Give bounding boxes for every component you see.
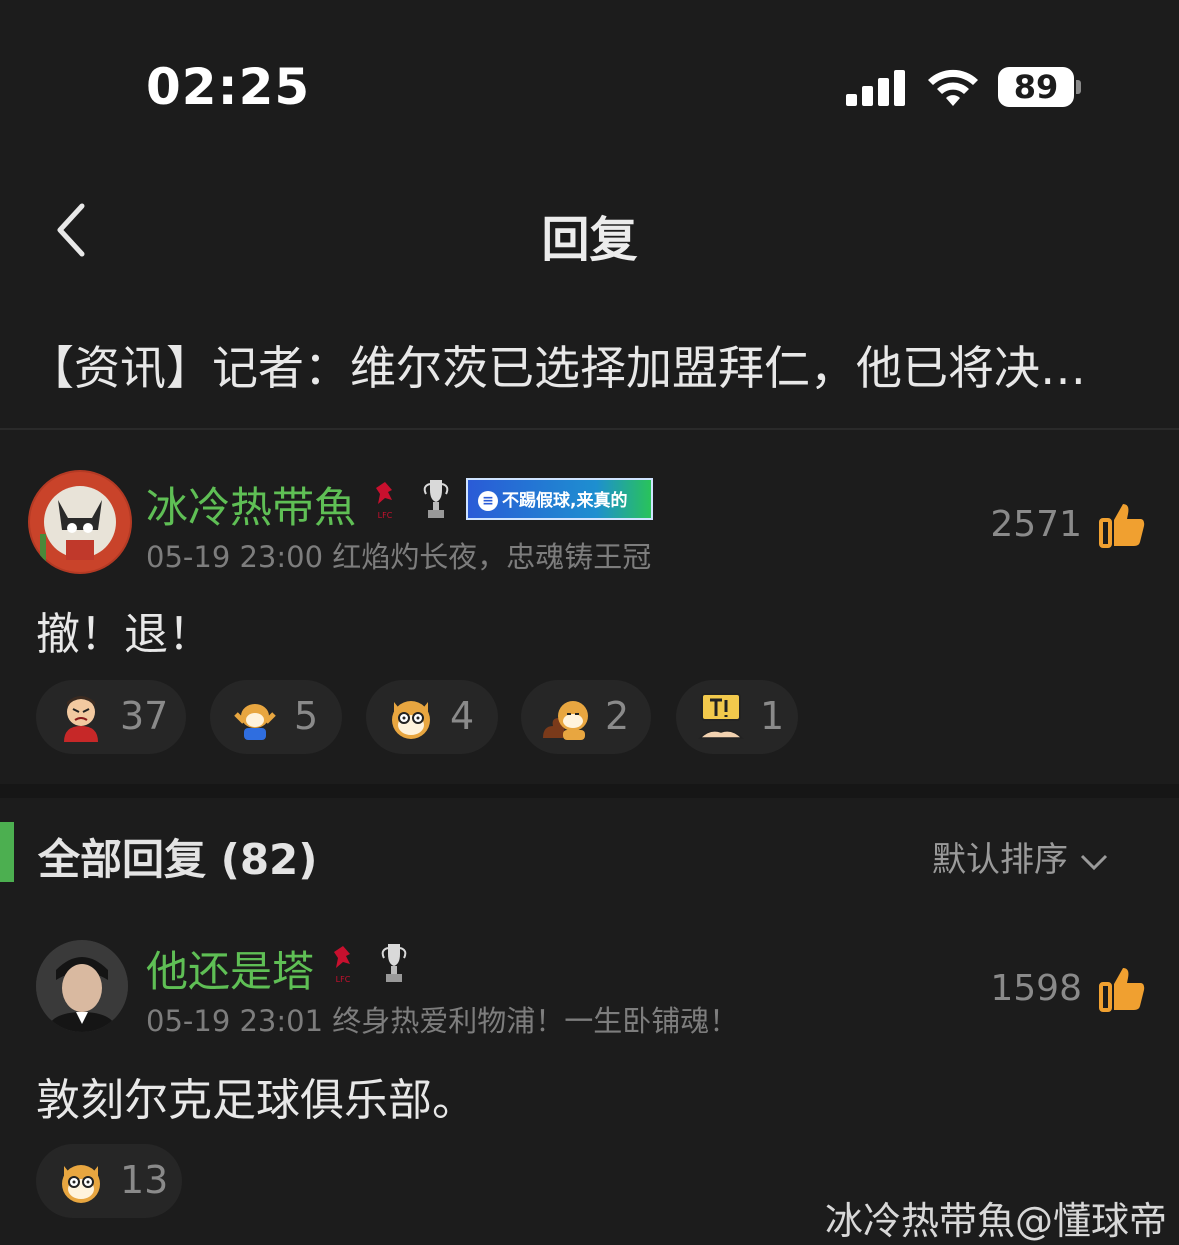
reaction-chip[interactable]: 1	[676, 680, 798, 754]
comment-meta: 05-19 23:01 终身热爱利物浦！一生卧铺魂！	[146, 998, 738, 1040]
timestamp: 05-19 23:01	[146, 1004, 324, 1038]
status-time: 02:25	[146, 58, 311, 116]
user-signature: 红焰灼长夜，忠魂铸王冠	[332, 540, 652, 574]
comment-content: 敦刻尔克足球俱乐部。	[36, 1075, 476, 1126]
battery-indicator: 89	[998, 67, 1074, 107]
trophy-icon	[423, 480, 449, 518]
badge-logo-icon: ≡	[478, 491, 498, 511]
username[interactable]: 冰冷热带魚	[146, 474, 356, 535]
reaction-count: 1	[760, 694, 785, 738]
wifi-icon	[928, 69, 978, 106]
shiba-cheer-icon	[234, 704, 276, 740]
avatar-illustration-icon	[30, 472, 130, 572]
topic-link[interactable]: 【资讯】记者：维尔茨已选择加盟拜仁，他已将决…	[28, 332, 1138, 398]
avatar[interactable]	[28, 470, 132, 574]
reaction-chip[interactable]: 2	[521, 680, 651, 754]
section-accent-bar	[0, 822, 14, 882]
thumbs-up-icon[interactable]	[1097, 500, 1147, 550]
timestamp: 05-19 23:00	[146, 540, 324, 574]
reaction-count: 4	[450, 694, 475, 738]
user-badge: ≡ 不踢假球,来真的	[466, 478, 653, 520]
reaction-chip[interactable]: 4	[366, 680, 498, 754]
liverpool-crest-icon: LFC	[334, 946, 351, 984]
reaction-count: 5	[294, 694, 319, 738]
page-title: 回复	[541, 212, 638, 268]
avatar[interactable]	[36, 940, 128, 1032]
watermark: 冰冷热带魚@懂球帝	[824, 1199, 1167, 1243]
shiba-poop-icon	[543, 701, 588, 740]
avatar-portrait-icon	[36, 940, 128, 1032]
shiba-stare-icon	[392, 701, 430, 739]
like-count: 2571	[990, 504, 1082, 545]
badge-text: 不踢假球,来真的	[502, 491, 628, 511]
comment-content: 撤！退！	[36, 609, 212, 660]
svg-text:LFC: LFC	[378, 511, 393, 520]
reaction-chip[interactable]: 37	[36, 680, 186, 754]
section-gap	[0, 784, 1179, 798]
comment-meta: 05-19 23:00 红焰灼长夜，忠魂铸王冠	[146, 534, 651, 576]
reaction-count: 2	[605, 694, 630, 738]
svg-text:LFC: LFC	[336, 975, 351, 984]
replies-section-title: 全部回复 (82)	[38, 835, 318, 884]
trophy-icon	[381, 944, 407, 982]
sort-label: 默认排序	[932, 840, 1068, 880]
sort-dropdown[interactable]: 默认排序	[932, 832, 1109, 881]
sign-shock-icon	[698, 693, 744, 739]
liverpool-crest-icon: LFC	[376, 482, 393, 520]
chevron-down-icon	[1080, 854, 1107, 870]
angry-face-icon	[64, 696, 98, 742]
reaction-count: 37	[120, 694, 169, 738]
divider	[0, 428, 1179, 430]
shiba-stare-icon	[62, 1165, 100, 1203]
reaction-chip[interactable]: 5	[210, 680, 342, 754]
reaction-chip[interactable]: 13	[36, 1144, 182, 1218]
username[interactable]: 他还是塔	[146, 938, 314, 999]
battery-tip	[1076, 80, 1081, 94]
cellular-signal-icon	[846, 70, 906, 106]
thumbs-up-icon[interactable]	[1097, 964, 1147, 1014]
like-count: 1598	[990, 968, 1082, 1009]
reaction-count: 13	[120, 1158, 169, 1202]
user-signature: 终身热爱利物浦！一生卧铺魂！	[332, 1004, 739, 1038]
